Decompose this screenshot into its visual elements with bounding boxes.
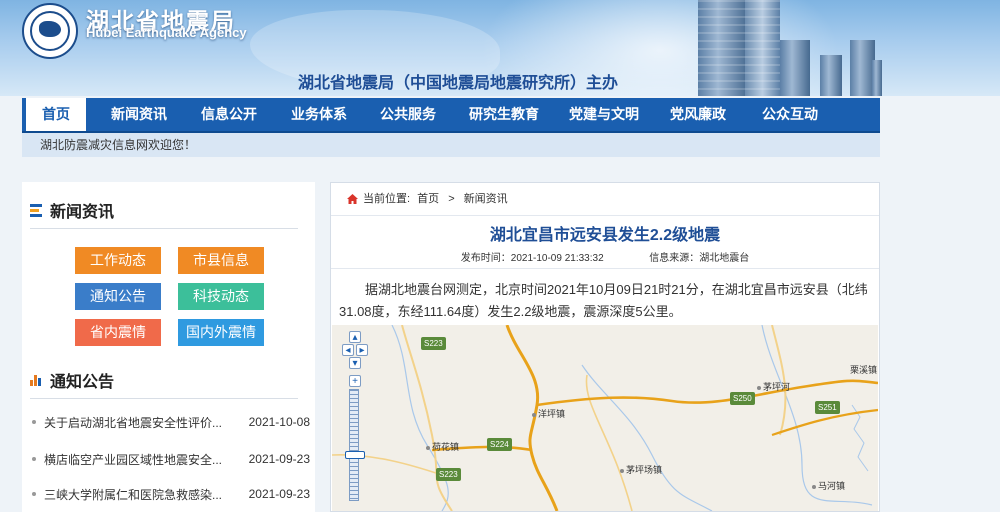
notice-list-item[interactable]: 横店临空产业园区域性地震安全... 2021-09-23 xyxy=(30,449,310,469)
epicenter-map[interactable]: ▴ ◂ ▸ ▾ + S223 S224 S223 S250 S251 洋坪镇 荷… xyxy=(332,325,878,511)
road-label: S223 xyxy=(421,337,446,350)
home-icon xyxy=(347,194,358,204)
sidebar: 新闻资讯 工作动态 市县信息 通知公告 科技动态 省内震情 国内外震情 通知公告… xyxy=(22,182,315,512)
zoom-in-button[interactable]: + xyxy=(349,375,361,387)
notice-section-title: 通知公告 xyxy=(50,374,115,391)
main-nav: 首页 新闻资讯 信息公开 业务体系 公共服务 研究生教育 党建与文明 党风廉政 … xyxy=(22,98,880,133)
header-banner: 湖北省地震局 Hubei Earthquake Agency 湖北省地震局（中国… xyxy=(0,0,1000,96)
tag-province-quakes[interactable]: 省内震情 xyxy=(75,319,161,346)
notice-list-item[interactable]: 关于启动湖北省地震安全性评价... 2021-10-08 xyxy=(30,412,310,432)
breadcrumb-home[interactable]: 首页 xyxy=(417,193,439,205)
notice-list-item[interactable]: 三峡大学附属仁和医院急救感染... 2021-09-23 xyxy=(30,484,310,504)
article-body: 据湖北地震台网测定，北京时间2021年10月09日21时21分，在湖北宜昌市远安… xyxy=(339,282,868,319)
divider xyxy=(331,268,879,269)
pan-right-button[interactable]: ▸ xyxy=(356,344,368,356)
notice-date: 2021-09-23 xyxy=(248,452,310,466)
map-canvas xyxy=(332,325,878,511)
publish-label: 发布时间： xyxy=(460,253,511,264)
agency-logo[interactable] xyxy=(22,3,78,59)
breadcrumb-label: 当前位置: xyxy=(363,193,411,205)
pan-down-button[interactable]: ▾ xyxy=(349,357,361,369)
bullet-icon xyxy=(32,457,36,461)
building-image xyxy=(872,60,882,96)
nav-item-interaction[interactable]: 公众互动 xyxy=(750,98,830,131)
site-name-en: Hubei Earthquake Agency xyxy=(86,25,247,40)
place-label: 马河镇 xyxy=(812,479,845,492)
pan-up-button[interactable]: ▴ xyxy=(349,331,361,343)
welcome-bar: 湖北防震减灾信息网欢迎您！ xyxy=(22,133,880,157)
bullet-icon xyxy=(32,492,36,496)
place-label: 栗溪镇 xyxy=(850,365,878,375)
article-title: 湖北宜昌市远安县发生2.2级地震 xyxy=(489,227,721,244)
bullet-icon xyxy=(32,420,36,424)
breadcrumb-section[interactable]: 新闻资讯 xyxy=(464,193,508,205)
notice-section-header: 通知公告 xyxy=(30,362,298,399)
road-label: S224 xyxy=(487,438,512,451)
nav-item-home[interactable]: 首页 xyxy=(26,98,86,131)
building-windows xyxy=(698,0,780,96)
news-section-header: 新闻资讯 xyxy=(30,192,298,229)
place-label: 茅坪河 xyxy=(757,380,790,393)
notice-date: 2021-10-08 xyxy=(248,415,310,429)
nav-item-public-service[interactable]: 公共服务 xyxy=(368,98,448,131)
publish-time: 2021-10-09 21:33:32 xyxy=(510,253,604,264)
tag-world-quakes[interactable]: 国内外震情 xyxy=(178,319,264,346)
tag-notices[interactable]: 通知公告 xyxy=(75,283,161,310)
nav-item-party[interactable]: 党建与文明 xyxy=(558,98,650,131)
nav-item-info-disclosure[interactable]: 信息公开 xyxy=(190,98,268,131)
host-statement: 湖北省地震局（中国地震局地震研究所）主办 xyxy=(298,75,619,92)
road-label: S251 xyxy=(815,401,840,414)
building-image xyxy=(820,55,842,96)
place-label: 荷花镇 xyxy=(426,440,459,453)
breadcrumb-separator: > xyxy=(448,193,455,205)
pan-left-button[interactable]: ◂ xyxy=(342,344,354,356)
nav-item-news[interactable]: 新闻资讯 xyxy=(98,98,180,131)
tag-city-info[interactable]: 市县信息 xyxy=(178,247,264,274)
bar-chart-icon xyxy=(30,374,42,386)
nav-item-integrity[interactable]: 党风廉政 xyxy=(658,98,738,131)
notice-title[interactable]: 三峡大学附属仁和医院急救感染... xyxy=(44,486,243,503)
article-panel: 当前位置: 首页 > 新闻资讯 湖北宜昌市远安县发生2.2级地震 发布时间：20… xyxy=(330,182,880,512)
logo-map-emblem xyxy=(39,21,61,37)
nav-item-business[interactable]: 业务体系 xyxy=(280,98,358,131)
place-label: 茅坪场镇 xyxy=(620,463,662,476)
road-label: S250 xyxy=(730,392,755,405)
breadcrumb: 当前位置: 首页 > 新闻资讯 xyxy=(331,183,879,216)
zoom-slider-track[interactable] xyxy=(349,389,359,501)
source-label: 信息来源： xyxy=(649,253,700,264)
news-section-title: 新闻资讯 xyxy=(50,204,115,221)
welcome-text: 湖北防震减灾信息网欢迎您！ xyxy=(40,138,197,152)
notice-title[interactable]: 关于启动湖北省地震安全性评价... xyxy=(44,414,243,431)
menu-bars-icon xyxy=(30,204,42,217)
road-label: S223 xyxy=(436,468,461,481)
notice-title[interactable]: 横店临空产业园区域性地震安全... xyxy=(44,451,243,468)
building-image xyxy=(780,40,810,96)
nav-item-graduate[interactable]: 研究生教育 xyxy=(456,98,552,131)
tag-work-news[interactable]: 工作动态 xyxy=(75,247,161,274)
map-zoom-control: ▴ ◂ ▸ ▾ + xyxy=(342,331,368,501)
source-name: 湖北地震台 xyxy=(699,253,750,264)
place-label: 洋坪镇 xyxy=(532,407,565,420)
article-meta: 发布时间：2021-10-09 21:33:32 信息来源：湖北地震台 xyxy=(331,249,879,264)
tag-tech-news[interactable]: 科技动态 xyxy=(178,283,264,310)
zoom-slider-handle[interactable] xyxy=(345,451,365,459)
notice-date: 2021-09-23 xyxy=(248,487,310,501)
